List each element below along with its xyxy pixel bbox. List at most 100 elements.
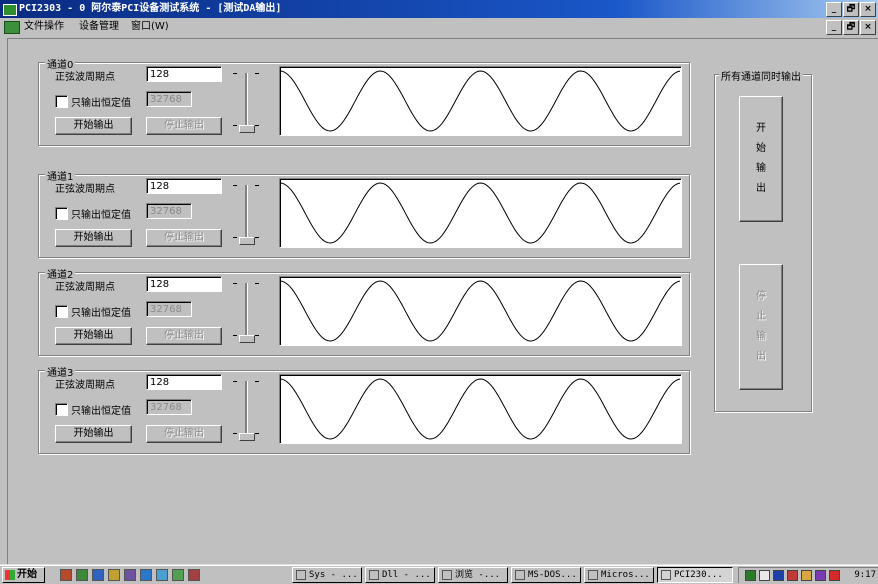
taskbar-app-icon — [369, 570, 379, 580]
taskbar-button[interactable]: Dll - ... — [365, 567, 435, 583]
start-output-button[interactable]: 开始输出 — [55, 229, 132, 247]
taskbar-button[interactable]: PCI230... — [657, 567, 733, 583]
menu-device-management[interactable]: 设备管理 — [79, 18, 119, 35]
mdi-child-icon[interactable] — [4, 21, 20, 34]
taskbar-app-icon — [661, 570, 671, 580]
waveform-svg — [280, 280, 681, 342]
network-tray-icon[interactable] — [745, 570, 756, 581]
taskbar-button[interactable]: Sys - ... — [292, 567, 362, 583]
stop-output-button[interactable]: 停止输出 — [146, 327, 222, 345]
window-icon[interactable] — [156, 569, 168, 581]
slider-tick — [233, 335, 237, 336]
amplitude-slider[interactable] — [233, 69, 259, 135]
slider-tick — [233, 433, 237, 434]
period-label: 正弦波周期点 — [55, 184, 115, 195]
mdi-minimize-button[interactable]: _ — [826, 20, 842, 35]
slider-thumb[interactable] — [239, 433, 255, 441]
all-start-char: 出 — [756, 183, 766, 194]
slider-tick — [233, 185, 237, 186]
period-input[interactable]: 128 — [146, 66, 222, 82]
slider-tick — [233, 381, 237, 382]
mdi-restore-button[interactable]: 🗗 — [843, 20, 859, 35]
all-stop-output-button[interactable]: 停 止 输 出 — [739, 264, 783, 390]
volume-tray-icon[interactable] — [801, 570, 812, 581]
const-output-checkbox[interactable] — [55, 305, 68, 318]
taskbar-button-label: 浏览 -... — [455, 570, 501, 580]
taskbar-app-icon — [442, 570, 452, 580]
app-icon[interactable] — [3, 4, 17, 16]
slider-track — [245, 381, 248, 439]
window-title: PCI2303 - 0 阿尔泰PCI设备测试系统 - [测试DA输出] — [19, 3, 282, 14]
start-output-button[interactable]: 开始输出 — [55, 327, 132, 345]
taskbar-button[interactable]: Micros... — [584, 567, 654, 583]
windows-logo-icon — [5, 570, 15, 580]
const-value-input[interactable]: 32768 — [146, 91, 192, 107]
all-stop-char: 输 — [756, 331, 766, 342]
folder-icon[interactable] — [76, 569, 88, 581]
period-input[interactable]: 128 — [146, 276, 222, 292]
slider-tick — [255, 283, 259, 284]
minimize-button[interactable]: _ — [826, 2, 842, 17]
slider-thumb[interactable] — [239, 335, 255, 343]
network-icon[interactable] — [124, 569, 136, 581]
const-value-input[interactable]: 32768 — [146, 399, 192, 415]
slider-tick — [233, 125, 237, 126]
const-output-checkbox[interactable] — [55, 207, 68, 220]
const-value-input[interactable]: 32768 — [146, 203, 192, 219]
const-value-input[interactable]: 32768 — [146, 301, 192, 317]
channel-group: 通道3 正弦波周期点 128 只输出恒定值 32768 开始输出 停止输出 — [38, 364, 690, 454]
internet-explorer-icon[interactable] — [60, 569, 72, 581]
const-output-checkbox[interactable] — [55, 95, 68, 108]
sine-wave — [280, 70, 681, 132]
slider-thumb[interactable] — [239, 125, 255, 133]
start-output-button[interactable]: 开始输出 — [55, 117, 132, 135]
taskbar-app-icon — [588, 570, 598, 580]
const-output-checkbox[interactable] — [55, 403, 68, 416]
taskbar-app-icon — [515, 570, 525, 580]
taskbar-button[interactable]: 浏览 -... — [438, 567, 508, 583]
start-button[interactable]: 开始 — [2, 567, 45, 583]
start-output-button[interactable]: 开始输出 — [55, 425, 132, 443]
slider-tick — [255, 381, 259, 382]
waveform-svg — [280, 70, 681, 132]
all-start-output-button[interactable]: 开 始 输 出 — [739, 96, 783, 222]
mdi-close-button[interactable]: × — [860, 20, 876, 35]
amplitude-slider[interactable] — [233, 377, 259, 443]
help-icon[interactable] — [108, 569, 120, 581]
input-method-tray-icon[interactable] — [759, 570, 770, 581]
menu-file-operations[interactable]: 文件操作 — [24, 18, 64, 35]
title-bar[interactable]: PCI2303 - 0 阿尔泰PCI设备测试系统 - [测试DA输出] _ 🗗 … — [0, 0, 878, 18]
monitor-tray-icon[interactable] — [773, 570, 784, 581]
const-output-label: 只输出恒定值 — [71, 308, 131, 319]
slider-thumb[interactable] — [239, 237, 255, 245]
waveform-display — [279, 276, 682, 346]
channel-group: 通道0 正弦波周期点 128 只输出恒定值 32768 开始输出 停止输出 — [38, 56, 690, 146]
all-stop-char: 停 — [756, 291, 766, 302]
stop-output-button[interactable]: 停止输出 — [146, 425, 222, 443]
period-label: 正弦波周期点 — [55, 380, 115, 391]
alert-tray-icon[interactable] — [829, 570, 840, 581]
menu-window[interactable]: 窗口(W) — [131, 18, 169, 35]
start-label: 开始 — [17, 569, 37, 580]
app-icon[interactable] — [188, 569, 200, 581]
waveform-svg — [280, 182, 681, 244]
search-icon[interactable] — [92, 569, 104, 581]
pen-icon[interactable] — [172, 569, 184, 581]
amplitude-slider[interactable] — [233, 181, 259, 247]
close-button[interactable]: × — [860, 2, 876, 17]
stop-output-button[interactable]: 停止输出 — [146, 117, 222, 135]
slider-tick — [255, 125, 259, 126]
system-tray: 9:17 — [738, 567, 878, 583]
ie-icon[interactable] — [140, 569, 152, 581]
slider-tick — [255, 433, 259, 434]
antivirus-tray-icon[interactable] — [815, 570, 826, 581]
amplitude-slider[interactable] — [233, 279, 259, 345]
slider-tick — [255, 335, 259, 336]
slider-tick — [255, 185, 259, 186]
arrow-tray-icon[interactable] — [787, 570, 798, 581]
stop-output-button[interactable]: 停止输出 — [146, 229, 222, 247]
period-input[interactable]: 128 — [146, 178, 222, 194]
period-input[interactable]: 128 — [146, 374, 222, 390]
taskbar-button[interactable]: MS-DOS... — [511, 567, 581, 583]
restore-button[interactable]: 🗗 — [843, 2, 859, 17]
